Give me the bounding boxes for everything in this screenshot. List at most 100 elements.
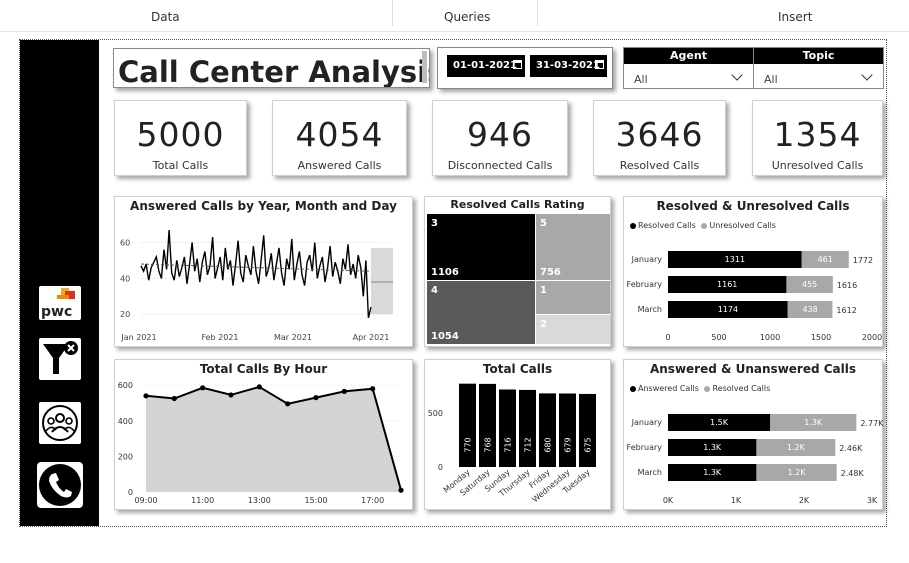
bar-value-label: 455 [802,280,817,289]
kpi-value: 4054 [295,115,384,154]
answered-unanswered-chart[interactable]: Answered & Unanswered Calls Answered Cal… [623,359,884,510]
x-tick-label: Jan 2021 [120,333,156,342]
y-tick-label: 500 [428,409,443,418]
team-icon[interactable] [39,402,81,444]
bar-value-label: 680 [544,437,553,452]
column-bar [559,393,576,467]
tab-queries[interactable]: Queries [444,10,490,24]
bar-total-label: 1616 [837,281,857,290]
x-tick-label: 13:00 [248,496,271,505]
kpi-card-resolved-calls[interactable]: 3646 Resolved Calls [593,100,726,176]
kpi-card-total-calls[interactable]: 5000 Total Calls [114,100,247,176]
y-tick-label: 0 [128,488,133,497]
page-title: Call Center Analysis [118,55,430,88]
start-date-input[interactable]: 01-01-2021 [447,55,525,77]
treemap-rating-label: 4 [431,285,438,296]
agent-slicer-value: All [634,73,648,86]
tab-separator [537,0,538,26]
x-tick-label: 2K [799,496,810,505]
x-tick-label: 09:00 [134,496,157,505]
series-line [140,229,372,318]
resolved-unresolved-chart[interactable]: Resolved & Unresolved Calls Resolved Cal… [623,196,883,347]
calls-by-hour-chart[interactable]: Total Calls By Hour 0 200 400 600 09:00 11:00… [114,359,413,510]
kpi-value: 946 [467,115,533,154]
line-chart-svg: 20 40 60 Jan 2021 Feb 2021 Mar 2021 Apr 2021 [120,229,393,342]
category-label: January [631,418,663,427]
title-scrollbar[interactable] [422,51,427,83]
column-bar [479,383,496,467]
treemap-cell [536,315,610,344]
x-tick-label: 0 [665,333,670,342]
tab-data[interactable]: Data [151,10,180,24]
resolved-calls-rating-chart[interactable]: Resolved Calls Rating 3 1106 5 756 4 1054 1 2 [424,196,611,347]
tab-separator [392,0,393,26]
chevron-down-icon[interactable] [731,69,743,81]
bar-value-label: 679 [564,437,573,452]
column-bar [499,389,516,467]
x-tick-label: 3K [867,496,878,505]
stacked-bar-svg: January 1.5K 1.3K 2.77K February 1.3K 1.2K 2.46… [627,414,884,505]
topic-slicer-label: Topic [754,48,883,64]
kpi-label: Total Calls [152,159,209,172]
bar-total-label: 2.48K [841,469,865,478]
bar-total-label: 1612 [836,306,856,315]
bar-value-label: 1311 [725,255,745,264]
kpi-card-disconnected-calls[interactable]: 946 Disconnected Calls [432,100,568,176]
agent-slicer-label: Agent [624,48,753,64]
kpi-value: 3646 [615,115,704,154]
kpi-label: Disconnected Calls [447,159,553,172]
answered-calls-by-day-chart[interactable]: Answered Calls by Year, Month and Day 20… [114,196,413,347]
topic-slicer[interactable]: Topic All [753,47,884,89]
treemap-rating-label: 2 [540,319,547,330]
y-tick-label: 400 [118,417,133,426]
y-tick-label: 0 [438,463,443,472]
forecast-band [371,247,393,315]
bar-total-label: 2.77K [860,419,884,428]
x-tick-label: 11:00 [191,496,214,505]
chevron-down-icon[interactable] [861,69,873,81]
kpi-card-unresolved-calls[interactable]: 1354 Unresolved Calls [752,100,883,176]
bar-value-label: 712 [524,437,533,452]
x-tick-label: 2000 [862,333,882,342]
agent-slicer[interactable]: Agent All [623,47,754,89]
kpi-label: Unresolved Calls [771,159,864,172]
phone-icon[interactable] [37,462,83,508]
x-tick-label: 500 [711,333,726,342]
pwc-logo-text: pwc [41,304,72,320]
bar-value-label: 768 [484,437,493,452]
treemap-value-label: 756 [540,267,561,278]
data-point [228,392,234,398]
data-point [285,401,291,407]
treemap-rating-label: 3 [431,218,438,229]
kpi-card-answered-calls[interactable]: 4054 Answered Calls [272,100,407,176]
bar-total-label: 1772 [853,256,873,265]
bar-value-label: 1.3K [703,468,722,477]
bar-value-label: 1174 [718,305,738,314]
filter-clear-icon[interactable] [39,338,81,380]
tab-insert[interactable]: Insert [778,10,812,24]
data-point [370,386,376,392]
treemap-rating-label: 5 [540,218,547,229]
kpi-label: Answered Calls [297,159,382,172]
treemap-value-label: 1106 [431,267,459,278]
category-label: March [638,305,662,314]
data-point [256,384,262,390]
calendar-icon[interactable] [513,60,522,69]
x-tick-label: 0K [663,496,674,505]
sidebar: pwc [20,40,99,526]
x-tick-label: Mar 2021 [274,333,312,342]
bar-value-label: 716 [504,437,513,452]
end-date-input[interactable]: 31-03-2021 [530,55,607,77]
y-tick-label: 40 [120,274,130,283]
bar-total-label: 2.46K [839,444,863,453]
calendar-icon[interactable] [595,60,604,69]
y-tick-label: 60 [120,239,130,248]
report-title-card: Call Center Analysis [113,48,430,88]
data-point [341,388,347,394]
y-tick-label: 600 [118,381,133,390]
data-point [200,385,206,391]
treemap-cell [536,281,610,314]
total-calls-weekday-chart[interactable]: Total Calls 0 500 770 Monday 768 Saturday 716 S… [424,359,611,510]
bar-value-label: 675 [584,437,593,452]
start-date-value: 01-01-2021 [453,60,517,71]
